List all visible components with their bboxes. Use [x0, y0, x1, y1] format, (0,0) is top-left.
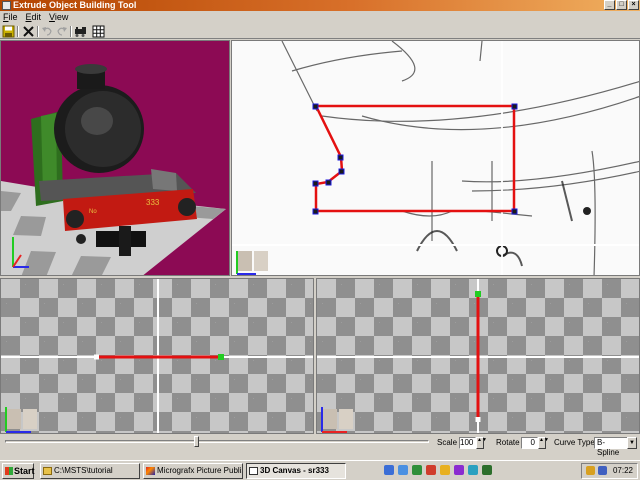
- task-label: 3D Canvas - sr333: [260, 466, 329, 475]
- curve-type-label: Curve Type: [554, 438, 595, 447]
- controls-row: Scale 100 ▲▼ Rotate 0 ▲▼ Curve Type B-Sp…: [0, 432, 640, 460]
- toolbar-separator: [70, 26, 72, 37]
- close-button[interactable]: ×: [628, 0, 639, 10]
- scale-spinner[interactable]: ▲▼: [476, 437, 487, 449]
- system-tray: 07:22: [581, 463, 638, 479]
- redo-icon[interactable]: [55, 25, 68, 38]
- volume-icon[interactable]: [598, 466, 607, 475]
- grid-icon[interactable]: [92, 25, 105, 38]
- profile-vertex[interactable]: [511, 103, 518, 110]
- folder-icon: [43, 467, 52, 475]
- top-editor: [317, 279, 639, 433]
- menu-edit[interactable]: Edit: [26, 11, 42, 24]
- minimize-button[interactable]: _: [604, 0, 615, 10]
- menu-bar: File Edit View: [0, 11, 640, 24]
- task-label: Micrografx Picture Publish...: [157, 466, 242, 475]
- tray-icon[interactable]: [586, 466, 595, 475]
- micrografx-icon: [146, 467, 155, 475]
- save-icon[interactable]: [2, 25, 15, 38]
- clock: 07:22: [612, 466, 633, 475]
- rotate-spinner[interactable]: ▲▼: [538, 437, 549, 449]
- profile-vertex[interactable]: [325, 179, 332, 186]
- delete-icon[interactable]: [22, 25, 35, 38]
- start-button[interactable]: Start: [2, 463, 35, 479]
- windows-logo-icon: [5, 467, 13, 475]
- app-tray-icon[interactable]: [454, 465, 464, 475]
- curve-type-dropdown-button[interactable]: ▼: [627, 437, 637, 449]
- extrusion-path-view[interactable]: [0, 278, 314, 434]
- menu-view[interactable]: View: [49, 11, 68, 24]
- profile-vertex[interactable]: [312, 180, 319, 187]
- depth-start-handle[interactable]: [475, 417, 481, 422]
- profile-vertex[interactable]: [337, 154, 344, 161]
- task-explorer[interactable]: C:\MSTS\tutorial: [40, 463, 140, 479]
- path-slider-track[interactable]: [5, 440, 429, 443]
- task-micrografx[interactable]: Micrografx Picture Publish...: [143, 463, 243, 479]
- app-tray-icon[interactable]: [412, 465, 422, 475]
- viewport-3d[interactable]: No 333: [0, 40, 230, 276]
- rotate-label: Rotate: [496, 438, 520, 447]
- internet-explorer-icon[interactable]: [398, 465, 408, 475]
- canvas-icon: [249, 467, 258, 475]
- extrusion-top-view[interactable]: [316, 278, 640, 434]
- loco-number: 333: [146, 198, 160, 207]
- app-icon[interactable]: [2, 1, 11, 10]
- profile-view[interactable]: [231, 40, 640, 276]
- path-editor: [1, 279, 313, 433]
- network-icon[interactable]: [384, 465, 394, 475]
- title-bar: Extrude Object Building Tool _ □ ×: [0, 0, 640, 11]
- path-end-handle[interactable]: [218, 354, 224, 360]
- app-tray-icon[interactable]: [468, 465, 478, 475]
- curve-type-select[interactable]: B-Spline: [594, 437, 628, 457]
- path-slider-thumb[interactable]: [193, 436, 199, 447]
- taskbar: Start C:\MSTS\tutorial Micrografx Pictur…: [0, 460, 640, 480]
- toolbar-separator: [37, 26, 39, 37]
- app-tray-icon[interactable]: [482, 465, 492, 475]
- locomotive-model: No 333: [1, 64, 226, 275]
- menu-file[interactable]: File: [3, 11, 18, 24]
- profile-vertex[interactable]: [312, 208, 319, 215]
- toolbar: [0, 24, 640, 39]
- app-tray-icon[interactable]: [440, 465, 450, 475]
- maximize-button[interactable]: □: [616, 0, 627, 10]
- profile-vertex[interactable]: [511, 208, 518, 215]
- scale-input[interactable]: 100: [459, 437, 476, 449]
- path-start-handle[interactable]: [94, 354, 99, 360]
- profile-outline[interactable]: [314, 104, 516, 213]
- profile-vertex[interactable]: [312, 103, 319, 110]
- toolbar-separator: [17, 26, 19, 37]
- app-tray-icon[interactable]: [426, 465, 436, 475]
- locomotive-icon[interactable]: [74, 25, 87, 38]
- scale-label: Scale: [437, 438, 458, 447]
- depth-end-handle[interactable]: [475, 291, 481, 297]
- undo-icon[interactable]: [41, 25, 54, 38]
- start-label: Start: [14, 466, 35, 476]
- window-title: Extrude Object Building Tool: [13, 0, 137, 10]
- rotate-input[interactable]: 0: [521, 437, 538, 449]
- loco-plate-left: No: [89, 209, 97, 215]
- task-label: C:\MSTS\tutorial: [54, 466, 113, 475]
- profile-vertex[interactable]: [338, 168, 345, 175]
- reference-drawing: [232, 41, 639, 275]
- task-3d-canvas[interactable]: 3D Canvas - sr333: [246, 463, 346, 479]
